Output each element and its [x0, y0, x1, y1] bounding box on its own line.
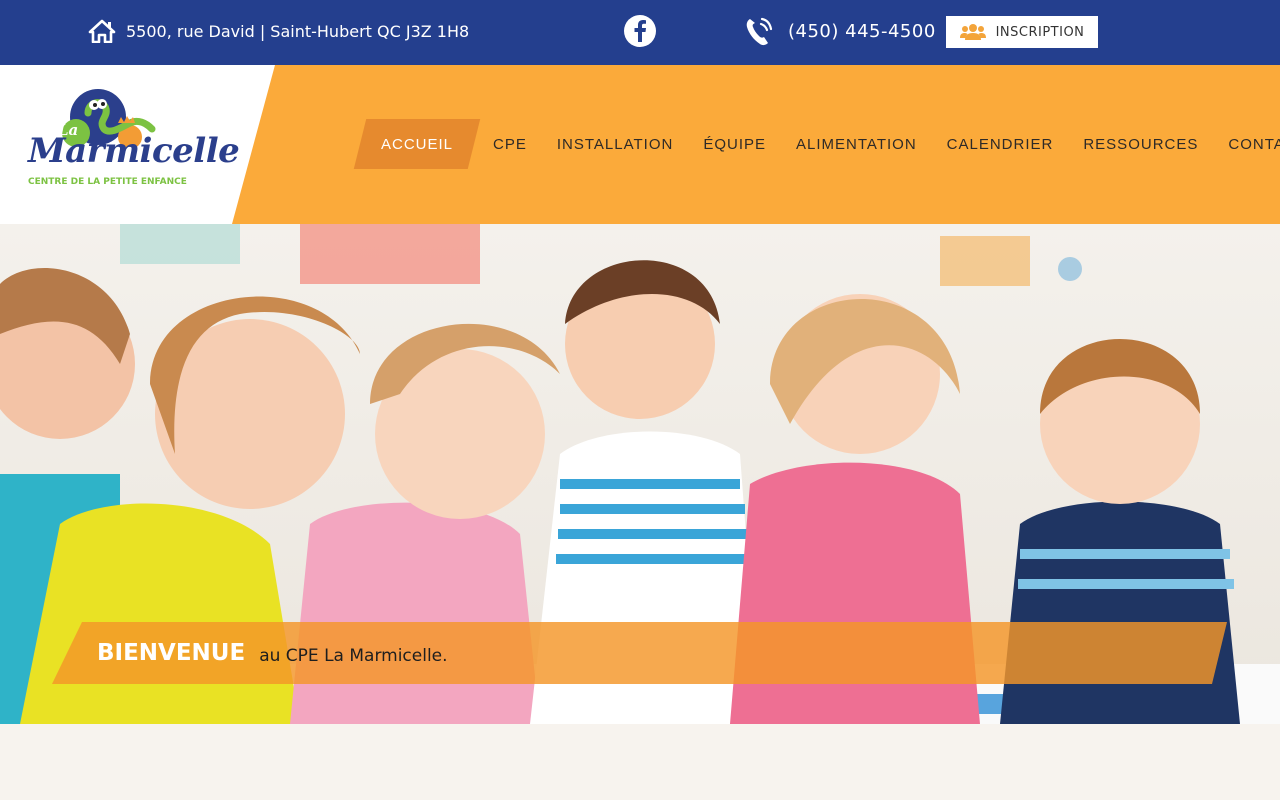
inscription-button[interactable]: INSCRIPTION: [946, 16, 1098, 48]
phone-icon: [746, 17, 773, 46]
welcome-text: au CPE La Marmicelle.: [259, 645, 448, 666]
facebook-link[interactable]: [624, 15, 656, 47]
nav-item-installation[interactable]: INSTALLATION: [542, 119, 688, 169]
nav-item-label: RESSOURCES: [1083, 135, 1199, 153]
logo[interactable]: La Marmicelle CENTRE DE LA PETITE ENFANC…: [26, 87, 240, 191]
phone-number: (450) 445-4500: [788, 20, 936, 42]
address-text: 5500, rue David | Saint-Hubert QC J3Z 1H…: [126, 21, 470, 41]
nav-item-label: INSTALLATION: [556, 135, 674, 153]
nav-item-ressources[interactable]: RESSOURCES: [1068, 119, 1213, 169]
logo-tagline: CENTRE DE LA PETITE ENFANCE: [28, 177, 187, 187]
nav-item-label: ÉQUIPE: [703, 135, 767, 153]
nav-item-label: ALIMENTATION: [796, 135, 917, 153]
nav-item-label: CPE: [493, 135, 527, 153]
welcome-banner: BIENVENUE au CPE La Marmicelle.: [52, 622, 1227, 684]
nav-item-cpe[interactable]: CPE: [478, 119, 542, 169]
users-icon: [959, 24, 986, 40]
nav-item-contact[interactable]: CONTACT: [1213, 119, 1280, 169]
nav-item-equipe[interactable]: ÉQUIPE: [688, 119, 781, 169]
home-icon: [88, 19, 116, 43]
nav-item-accueil[interactable]: ACCUEIL: [360, 119, 474, 169]
header: La Marmicelle CENTRE DE LA PETITE ENFANC…: [0, 65, 1280, 224]
nav-item-label: ACCUEIL: [381, 135, 454, 153]
inscription-label: INSCRIPTION: [995, 24, 1085, 40]
content-area: [0, 724, 1280, 800]
facebook-icon: [634, 20, 646, 42]
nav-item-alimentation[interactable]: ALIMENTATION: [781, 119, 932, 169]
nav-item-label: CONTACT: [1228, 135, 1280, 153]
hero-banner: BIENVENUE au CPE La Marmicelle.: [0, 224, 1280, 724]
logo-name: Marmicelle: [28, 131, 240, 171]
address: 5500, rue David | Saint-Hubert QC J3Z 1H…: [88, 17, 469, 45]
nav-item-calendrier[interactable]: CALENDRIER: [932, 119, 1069, 169]
welcome-title: BIENVENUE: [97, 640, 246, 666]
phone[interactable]: (450) 445-4500: [744, 14, 936, 48]
main-nav: ACCUEIL CPE INSTALLATION ÉQUIPE ALIMENTA…: [360, 119, 1280, 169]
nav-item-label: CALENDRIER: [946, 135, 1054, 153]
top-bar: 5500, rue David | Saint-Hubert QC J3Z 1H…: [0, 0, 1280, 65]
